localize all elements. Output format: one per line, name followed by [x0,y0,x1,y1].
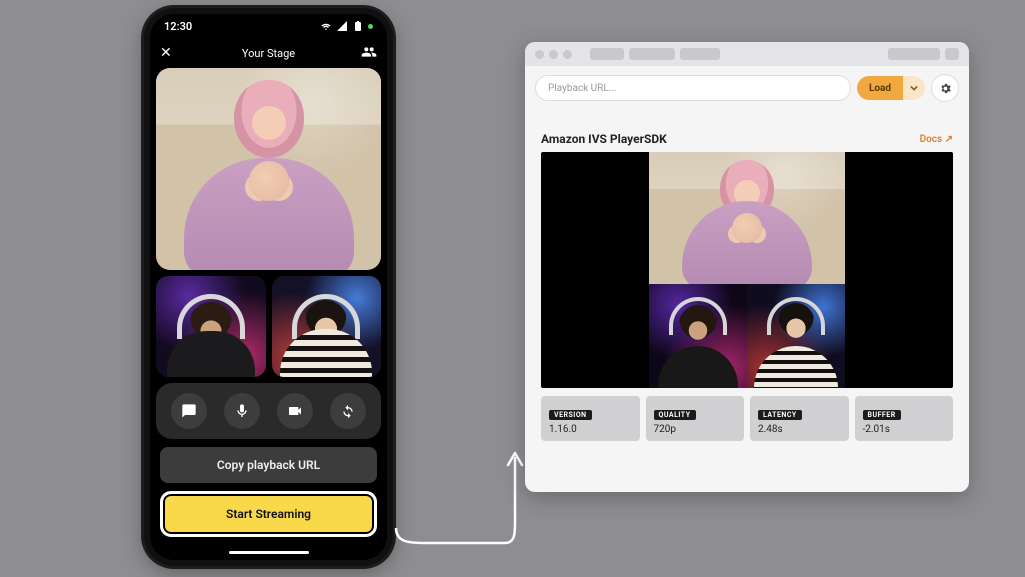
browser-chrome [525,42,969,66]
app-bar: ✕ Your Stage [150,38,387,68]
browser-tab[interactable] [945,48,959,60]
chevron-down-icon [910,84,918,92]
recording-dot-icon [368,24,373,29]
stat-buffer: BUFFER -2.01s [855,396,954,441]
mic-button[interactable] [224,393,260,429]
load-button[interactable]: Load [857,76,903,100]
status-bar: 12:30 [150,14,387,38]
status-time: 12:30 [164,20,192,33]
main-video-feed[interactable] [156,68,381,270]
chat-button[interactable] [171,393,207,429]
browser-window: Playback URL... Load Amazon IVS PlayerSD… [525,42,969,492]
stat-quality: QUALITY 720p [646,396,745,441]
phone-mockup: 12:30 ✕ Your Stage [144,8,393,566]
sdk-title: Amazon IVS PlayerSDK [541,132,667,146]
battery-icon [352,20,364,32]
playback-url-input[interactable]: Playback URL... [535,75,851,101]
participants-icon[interactable] [361,44,377,63]
call-controls [156,383,381,439]
browser-tab[interactable] [629,48,675,60]
start-streaming-button[interactable]: Start Streaming [160,491,377,537]
stat-latency: LATENCY 2.48s [750,396,849,441]
appbar-title: Your Stage [242,47,295,60]
stat-version: VERSION 1.16.0 [541,396,640,441]
video-player[interactable] [541,152,953,388]
copy-url-button[interactable]: Copy playback URL [160,447,377,483]
signal-icon [336,20,348,32]
settings-button[interactable] [931,74,959,102]
traffic-light-icon[interactable] [549,50,558,59]
browser-tab[interactable] [590,48,624,60]
docs-link[interactable]: Docs ↗ [920,134,953,145]
participant-thumb[interactable] [272,276,382,377]
camera-button[interactable] [277,393,313,429]
wifi-icon [320,20,332,32]
swap-camera-button[interactable] [330,393,366,429]
participant-thumb[interactable] [156,276,266,377]
browser-tab[interactable] [680,48,720,60]
traffic-light-icon[interactable] [563,50,572,59]
browser-tab[interactable] [888,48,940,60]
flow-arrow-icon [393,445,523,550]
phone-screen: 12:30 ✕ Your Stage [150,14,387,560]
player-stats: VERSION 1.16.0 QUALITY 720p LATENCY 2.48… [541,396,953,441]
traffic-light-icon[interactable] [535,50,544,59]
load-dropdown[interactable] [903,76,925,100]
nav-handle [229,551,309,554]
gear-icon [939,82,952,95]
close-icon[interactable]: ✕ [160,45,172,61]
